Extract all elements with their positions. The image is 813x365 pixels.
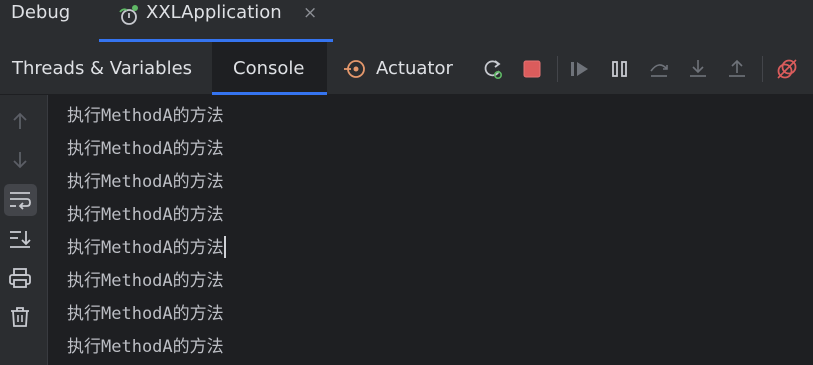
step-out-icon[interactable]	[726, 58, 748, 80]
step-into-icon[interactable]	[687, 58, 709, 80]
pause-icon[interactable]	[609, 58, 631, 80]
down-arrow-icon[interactable]	[8, 148, 32, 172]
mute-breakpoints-icon[interactable]	[776, 58, 798, 80]
rerun-icon[interactable]	[482, 58, 504, 80]
console-line: 执行MethodA的方法	[67, 304, 224, 324]
console-line: 执行MethodA的方法	[67, 271, 224, 291]
tab-console[interactable]: Console	[212, 42, 327, 95]
text-caret	[223, 236, 226, 258]
scroll-to-end-icon[interactable]	[8, 227, 32, 251]
close-icon[interactable]: ×	[303, 3, 317, 23]
run-config-name: XXLApplication	[146, 2, 282, 23]
soft-wrap-icon[interactable]	[8, 188, 32, 212]
toolbar-separator	[557, 56, 558, 82]
tab-label: Console	[233, 58, 305, 79]
console-output[interactable]: 执行MethodA的方法 执行MethodA的方法 执行MethodA的方法 执…	[49, 95, 813, 365]
tab-threads-variables[interactable]: Threads & Variables	[0, 42, 212, 95]
run-config-tab[interactable]: XXLApplication ×	[99, 0, 333, 42]
console-line-with-caret: 执行MethodA的方法	[67, 233, 226, 258]
stop-icon[interactable]	[521, 58, 543, 80]
print-icon[interactable]	[8, 266, 32, 290]
console-line: 执行MethodA的方法	[67, 106, 224, 126]
console-line: 执行MethodA的方法	[67, 172, 224, 192]
resume-icon[interactable]	[569, 58, 591, 80]
console-line: 执行MethodA的方法	[67, 205, 224, 225]
console-line-text: 执行MethodA的方法	[67, 238, 224, 258]
console-line: 执行MethodA的方法	[67, 337, 224, 357]
console-line: 执行MethodA的方法	[67, 139, 224, 159]
title-bar: Debug XXLApplication ×	[0, 0, 813, 42]
spring-debug-icon	[119, 5, 138, 25]
up-arrow-icon[interactable]	[8, 109, 32, 133]
tab-label: Actuator	[376, 58, 453, 79]
actuator-icon	[344, 60, 365, 78]
toolbar-separator	[762, 56, 763, 82]
tab-actuator[interactable]: Actuator	[333, 42, 468, 95]
console-gutter	[0, 95, 48, 365]
tab-label: Threads & Variables	[12, 58, 193, 79]
trash-icon[interactable]	[8, 305, 32, 329]
panel-title: Debug	[11, 2, 71, 23]
step-over-icon[interactable]	[648, 58, 670, 80]
debug-tab-bar: Threads & Variables Console Actuator	[0, 42, 813, 95]
